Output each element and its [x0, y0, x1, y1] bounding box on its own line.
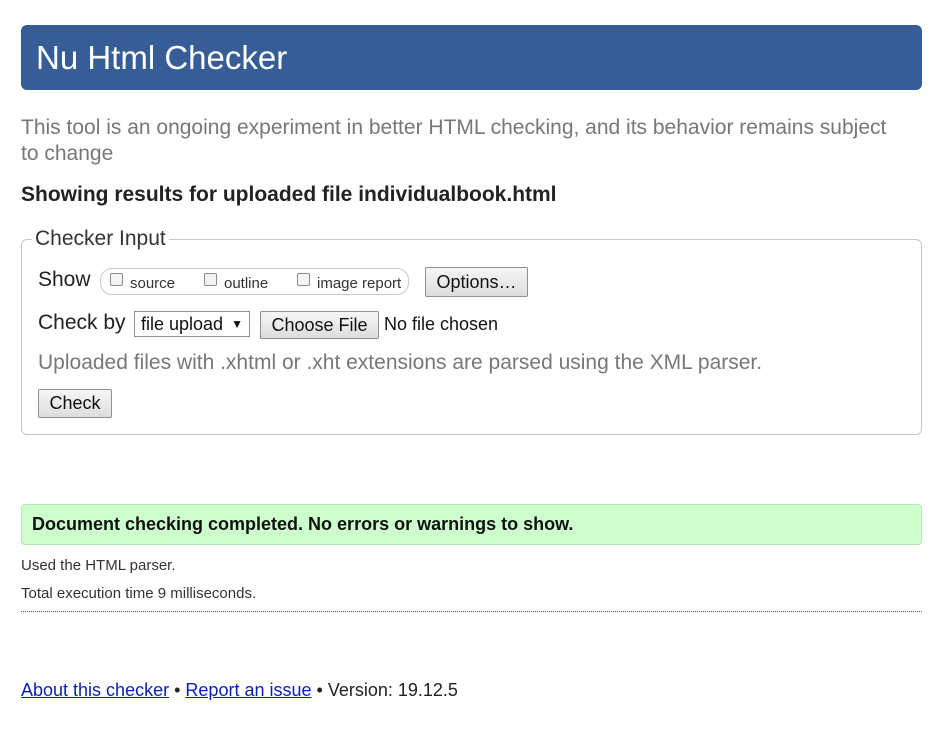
success-message-box: Document checking completed. No errors o…: [21, 504, 922, 545]
intro-text: This tool is an ongoing experiment in be…: [21, 116, 887, 165]
success-message: Document checking completed. No errors o…: [32, 514, 574, 534]
outline-checkbox-label[interactable]: outline: [224, 275, 268, 292]
check-by-label: Check by: [38, 311, 126, 334]
execution-time: Total execution time 9 milliseconds.: [21, 585, 257, 602]
app-header: Nu Html Checker: [21, 25, 922, 90]
options-button[interactable]: Options…: [425, 267, 528, 297]
parser-note: Used the HTML parser.: [21, 557, 176, 574]
report-issue-link[interactable]: Report an issue: [185, 680, 311, 700]
source-checkbox[interactable]: [110, 273, 123, 286]
show-options-group: source outline image report: [100, 268, 409, 295]
no-file-chosen-text: No file chosen: [384, 314, 499, 334]
xml-parser-note: Uploaded files with .xhtml or .xht exten…: [38, 351, 763, 374]
show-label: Show: [38, 268, 91, 291]
dropdown-arrow-icon: ▼: [231, 317, 243, 331]
divider: [21, 611, 922, 612]
about-checker-link[interactable]: About this checker: [21, 680, 169, 700]
footer: About this checker • Report an issue • V…: [21, 680, 458, 701]
image-report-checkbox[interactable]: [297, 273, 310, 286]
choose-file-button[interactable]: Choose File: [260, 311, 379, 339]
source-checkbox-label[interactable]: source: [130, 275, 175, 292]
outline-checkbox[interactable]: [204, 273, 217, 286]
footer-separator: •: [174, 680, 181, 700]
version-text: Version: 19.12.5: [327, 680, 458, 700]
check-button[interactable]: Check: [38, 389, 112, 418]
footer-separator: •: [316, 680, 323, 700]
results-heading: Showing results for uploaded file indivi…: [21, 183, 557, 206]
check-by-selected-value: file upload: [141, 314, 224, 334]
check-by-select[interactable]: file upload ▼: [134, 311, 250, 337]
app-title: Nu Html Checker: [36, 39, 288, 76]
checker-input-legend: Checker Input: [35, 227, 166, 250]
image-report-checkbox-label[interactable]: image report: [317, 275, 401, 292]
